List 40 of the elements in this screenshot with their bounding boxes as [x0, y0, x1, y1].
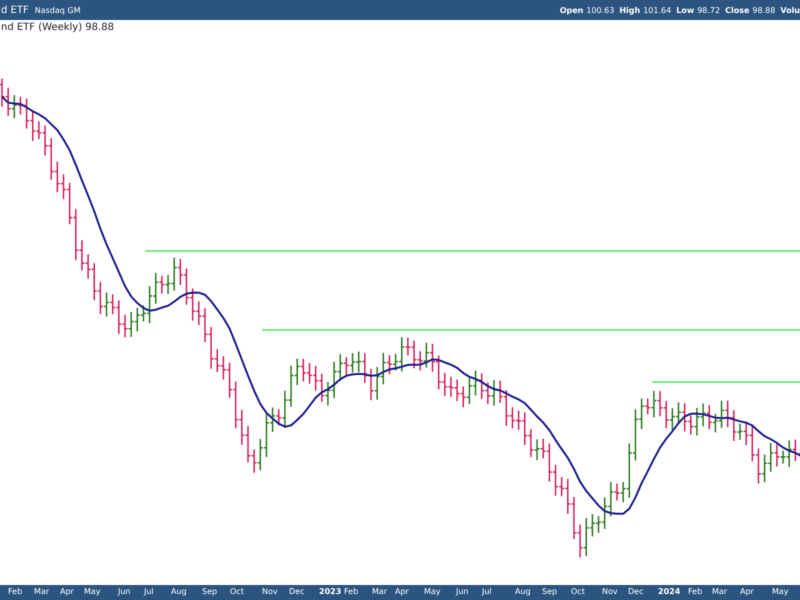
stat-value: 98.72 [697, 6, 720, 14]
axis-label: Feb [688, 587, 702, 596]
stat-label: Open [560, 6, 584, 14]
axis-label: May [424, 587, 441, 596]
axis-label: May [84, 587, 101, 596]
axis-label: Feb [344, 587, 358, 596]
axis-label: Oct [571, 587, 585, 596]
axis-label: Sep [542, 587, 558, 596]
stat-label: Close [725, 6, 750, 14]
axis-label: Apr [395, 587, 409, 596]
fund-name: d ETF [1, 4, 29, 16]
axis-label: Jul [482, 587, 492, 596]
axis-label: Nov [602, 587, 618, 596]
stat-value: 101.64 [643, 6, 672, 14]
exchange-name: Nasdaq GM [34, 6, 80, 14]
axis-label: Mar [34, 587, 50, 596]
axis-label: Aug [515, 587, 531, 596]
axis-label: Nov [262, 587, 278, 596]
axis-label: 2024 [658, 587, 680, 596]
axis-label: Jul [144, 587, 154, 596]
axis-label: Feb [8, 587, 22, 596]
stat-label: High [619, 6, 640, 14]
axis-label: Jun [118, 587, 130, 596]
stat-label: Volu [780, 6, 800, 14]
axis-label: Apr [740, 587, 754, 596]
axis-label: Sep [202, 587, 218, 596]
axis-label: Oct [230, 587, 244, 596]
axis-label: Mar [712, 587, 728, 596]
axis-label: Jun [456, 587, 468, 596]
axis-label: 2023 [319, 587, 342, 596]
axis-label: Apr [60, 587, 74, 596]
stat-label: Low [676, 6, 694, 14]
axis-label: Dec [628, 587, 644, 596]
axis-label: Dec [289, 587, 304, 596]
axis-label: Mar [372, 587, 388, 596]
axis-label: May [772, 587, 789, 596]
chart-legend: nd ETF (Weekly) 98.88 [1, 22, 114, 33]
axis-label: Aug [171, 587, 187, 596]
stat-value: 98.88 [752, 6, 776, 14]
stat-value: 100.63 [586, 6, 614, 14]
